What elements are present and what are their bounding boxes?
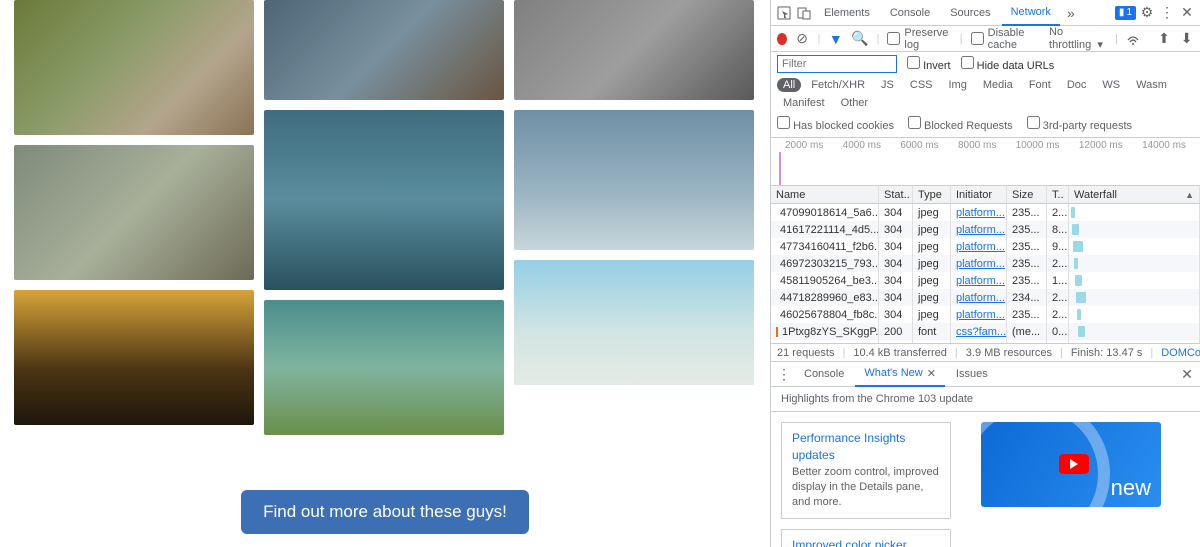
kebab-icon[interactable]: ⋮ xyxy=(1158,4,1176,22)
type-filter-row: All Fetch/XHR JS CSS Img Media Font DocWS Wasm Ma… xyxy=(771,76,1200,114)
hide-data-urls-checkbox[interactable]: Hide data URLs xyxy=(961,56,1055,72)
device-toggle-icon[interactable] xyxy=(795,4,813,22)
network-row[interactable]: 46972303215_793...304jpegplatform...235.… xyxy=(771,255,1200,272)
whatsnew-video[interactable]: new xyxy=(981,422,1161,507)
tab-sources[interactable]: Sources xyxy=(941,0,999,26)
drawer-tab-issues[interactable]: Issues xyxy=(947,361,997,387)
inspect-icon[interactable] xyxy=(775,4,793,22)
gallery-image[interactable] xyxy=(264,110,504,290)
whatsnew-card[interactable]: Performance Insights updates Better zoom… xyxy=(781,422,951,519)
gallery-image[interactable] xyxy=(514,0,754,100)
initiator-link[interactable]: platform... xyxy=(956,241,1005,253)
gallery-image[interactable] xyxy=(264,0,504,100)
network-row[interactable]: 47099018614_5a6...304jpegplatform...235.… xyxy=(771,204,1200,221)
preserve-log-checkbox[interactable]: Preserve log xyxy=(887,27,951,51)
type-filter-fetchxhr[interactable]: Fetch/XHR xyxy=(805,78,871,92)
network-row[interactable]: 1Ptxg8zYS_SKggP...200fontcss?fam...(me..… xyxy=(771,323,1200,340)
type-filter-doc[interactable]: Doc xyxy=(1061,78,1093,92)
tab-console[interactable]: Console xyxy=(881,0,939,26)
type-filter-font[interactable]: Font xyxy=(1023,78,1057,92)
initiator-link[interactable]: platform... xyxy=(956,292,1005,304)
blocked-requests-checkbox[interactable]: Blocked Requests xyxy=(908,116,1013,132)
import-icon[interactable]: ⬆ xyxy=(1157,30,1172,48)
initiator-link[interactable]: platform... xyxy=(956,207,1005,219)
initiator-link[interactable]: platform... xyxy=(956,309,1005,321)
type-filter-wasm[interactable]: Wasm xyxy=(1130,78,1173,92)
drawer-menu-icon[interactable]: ⋮ xyxy=(775,365,793,383)
devtools-main-tabs: Elements Console Sources Network » ▮ 1 ⚙… xyxy=(771,0,1200,26)
network-row[interactable]: 45811905264_be3...304jpegplatform...235.… xyxy=(771,272,1200,289)
gallery-image[interactable] xyxy=(14,145,254,280)
blocked-cookies-checkbox[interactable]: Has blocked cookies xyxy=(777,116,894,132)
record-button[interactable] xyxy=(777,33,787,45)
type-filter-ws[interactable]: WS xyxy=(1096,78,1126,92)
network-conditions-icon[interactable] xyxy=(1126,30,1141,48)
play-icon xyxy=(1059,454,1089,474)
network-row[interactable]: 41617221114_4d5...304jpegplatform...235.… xyxy=(771,221,1200,238)
type-filter-manifest[interactable]: Manifest xyxy=(777,96,831,110)
tab-network[interactable]: Network xyxy=(1002,0,1060,26)
close-icon[interactable]: ✕ xyxy=(1178,4,1196,22)
gallery-image[interactable] xyxy=(14,0,254,135)
type-filter-js[interactable]: JS xyxy=(875,78,900,92)
initiator-link[interactable]: css?fam... xyxy=(956,326,1006,338)
network-table-header[interactable]: Name Stat.. Type Initiator Size T.. Wate… xyxy=(771,186,1200,204)
type-filter-css[interactable]: CSS xyxy=(904,78,939,92)
disable-cache-checkbox[interactable]: Disable cache xyxy=(971,27,1041,51)
timeline-overview[interactable]: 2000 ms4000 ms6000 ms8000 ms10000 ms1200… xyxy=(771,138,1200,186)
whatsnew-card[interactable]: Improved color picker xyxy=(781,529,951,547)
initiator-link[interactable]: platform... xyxy=(956,258,1005,270)
issues-badge[interactable]: ▮ 1 xyxy=(1115,6,1136,20)
network-row[interactable]: 44718289960_e83...304jpegplatform...234.… xyxy=(771,289,1200,306)
network-toolbar: ⊘ | ▼ 🔍 | Preserve log | Disable cache N… xyxy=(771,26,1200,52)
whatsnew-highlights: Highlights from the Chrome 103 update xyxy=(771,387,1200,412)
clear-icon[interactable]: ⊘ xyxy=(795,30,810,48)
type-filter-media[interactable]: Media xyxy=(977,78,1019,92)
devtools-panel: Elements Console Sources Network » ▮ 1 ⚙… xyxy=(770,0,1200,547)
type-filter-img[interactable]: Img xyxy=(943,78,973,92)
invert-checkbox[interactable]: Invert xyxy=(907,56,951,72)
image-gallery xyxy=(0,0,770,435)
file-type-icon xyxy=(776,327,778,337)
gallery-image[interactable] xyxy=(514,260,754,385)
close-tab-icon[interactable]: ✕ xyxy=(927,367,936,380)
initiator-link[interactable]: platform... xyxy=(956,224,1005,236)
drawer-tab-whatsnew[interactable]: What's New ✕ xyxy=(855,361,945,387)
network-row[interactable]: 46025678804_fb8c...304jpegplatform...235… xyxy=(771,306,1200,323)
drawer-tabs: ⋮ Console What's New ✕ Issues ✕ xyxy=(771,361,1200,387)
find-out-more-button[interactable]: Find out more about these guys! xyxy=(241,490,529,534)
search-icon[interactable]: 🔍 xyxy=(851,30,868,48)
gallery-image[interactable] xyxy=(264,300,504,435)
filter-input[interactable] xyxy=(777,55,897,73)
network-table-body: 47099018614_5a6...304jpegplatform...235.… xyxy=(771,204,1200,343)
initiator-link[interactable]: platform... xyxy=(956,275,1005,287)
settings-icon[interactable]: ⚙ xyxy=(1138,4,1156,22)
filter-icon[interactable]: ▼ xyxy=(828,30,843,48)
close-drawer-icon[interactable]: ✕ xyxy=(1178,365,1196,383)
app-page: Find out more about these guys! feedback… xyxy=(0,0,770,547)
gallery-image[interactable] xyxy=(514,110,754,250)
throttling-select[interactable]: No throttling ▾ xyxy=(1049,26,1107,51)
drawer-tab-console[interactable]: Console xyxy=(795,361,853,387)
gallery-image[interactable] xyxy=(14,290,254,425)
export-icon[interactable]: ⬇ xyxy=(1179,30,1194,48)
network-status-bar: 21 requests | 10.4 kB transferred | 3.9 … xyxy=(771,343,1200,361)
network-row[interactable]: 47734160411_f2b6...304jpegplatform...235… xyxy=(771,238,1200,255)
third-party-checkbox[interactable]: 3rd-party requests xyxy=(1027,116,1132,132)
type-filter-other[interactable]: Other xyxy=(835,96,875,110)
more-tabs-icon[interactable]: » xyxy=(1062,4,1080,22)
tab-elements[interactable]: Elements xyxy=(815,0,879,26)
type-filter-all[interactable]: All xyxy=(777,78,801,92)
